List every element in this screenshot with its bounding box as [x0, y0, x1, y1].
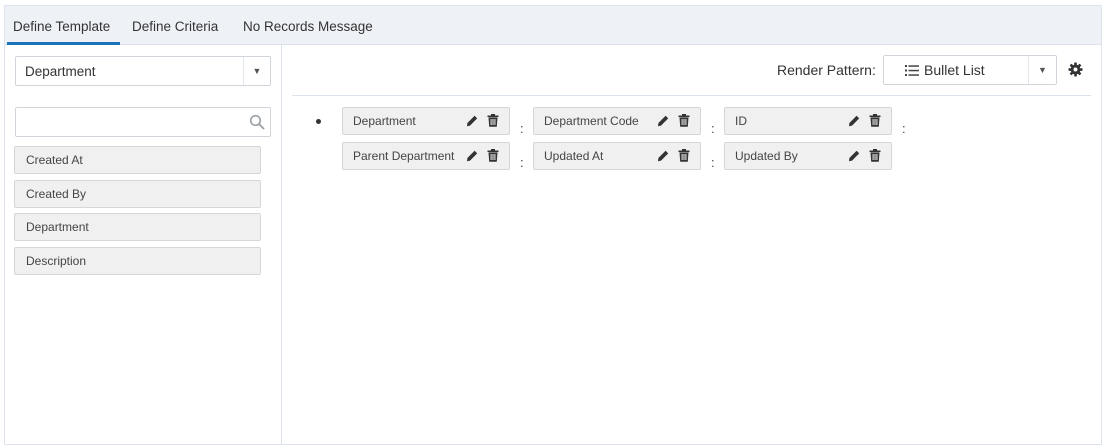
chip-label: Updated By — [735, 149, 798, 163]
template-field-chip[interactable]: Department — [342, 107, 510, 135]
field-list-panel: Department ▼ Created At Created By Depar… — [5, 45, 282, 445]
chip-label: Parent Department — [353, 149, 455, 163]
template-field-chip[interactable]: Parent Department — [342, 142, 510, 170]
field-item-created-at[interactable]: Created At — [14, 146, 261, 174]
chevron-down-icon[interactable]: ▼ — [243, 57, 270, 85]
chip-label: Updated At — [544, 149, 604, 163]
template-field-chip[interactable]: Updated At — [533, 142, 701, 170]
template-editor: Define Template Define Criteria No Recor… — [4, 5, 1102, 445]
field-item-description[interactable]: Description — [14, 247, 261, 275]
chip-label: Department — [353, 114, 416, 128]
search-icon[interactable] — [249, 114, 265, 130]
divider — [292, 95, 1091, 96]
chip-label: ID — [735, 114, 747, 128]
chevron-down-icon[interactable]: ▼ — [1028, 56, 1056, 84]
render-pattern-value: Bullet List — [924, 62, 985, 78]
trash-icon[interactable] — [869, 114, 881, 127]
pencil-icon[interactable] — [466, 115, 478, 127]
field-item-department[interactable]: Department — [14, 213, 261, 241]
tab-define-criteria[interactable]: Define Criteria — [132, 6, 218, 45]
render-pattern-label: Render Pattern: — [777, 62, 876, 78]
chip-label: Department Code — [544, 114, 639, 128]
pencil-icon[interactable] — [848, 115, 860, 127]
tab-define-template[interactable]: Define Template — [7, 6, 120, 45]
field-item-created-by[interactable]: Created By — [14, 180, 261, 208]
field-separator: : — [711, 121, 715, 136]
pencil-icon[interactable] — [848, 150, 860, 162]
trash-icon[interactable] — [869, 149, 881, 162]
field-separator: : — [520, 155, 524, 170]
trash-icon[interactable] — [487, 114, 499, 127]
bullet-marker — [316, 119, 321, 124]
template-field-chip[interactable]: Updated By — [724, 142, 892, 170]
template-canvas-panel: Render Pattern: Bullet List ▼ Department… — [283, 45, 1101, 445]
trash-icon[interactable] — [678, 149, 690, 162]
tab-no-records-message[interactable]: No Records Message — [243, 6, 373, 45]
trash-icon[interactable] — [678, 114, 690, 127]
gear-icon[interactable] — [1068, 62, 1083, 77]
pencil-icon[interactable] — [657, 150, 669, 162]
field-search — [15, 107, 271, 137]
entity-select[interactable]: Department ▼ — [15, 56, 271, 86]
template-field-chip[interactable]: ID — [724, 107, 892, 135]
field-search-input[interactable] — [16, 108, 244, 136]
field-separator: : — [902, 121, 906, 136]
pencil-icon[interactable] — [657, 115, 669, 127]
entity-select-value: Department — [25, 64, 96, 79]
pencil-icon[interactable] — [466, 150, 478, 162]
tab-bar: Define Template Define Criteria No Recor… — [5, 6, 1101, 45]
trash-icon[interactable] — [487, 149, 499, 162]
field-separator: : — [711, 155, 715, 170]
render-pattern-select[interactable]: Bullet List ▼ — [883, 55, 1057, 85]
template-field-chip[interactable]: Department Code — [533, 107, 701, 135]
field-separator: : — [520, 121, 524, 136]
list-icon — [905, 65, 919, 76]
